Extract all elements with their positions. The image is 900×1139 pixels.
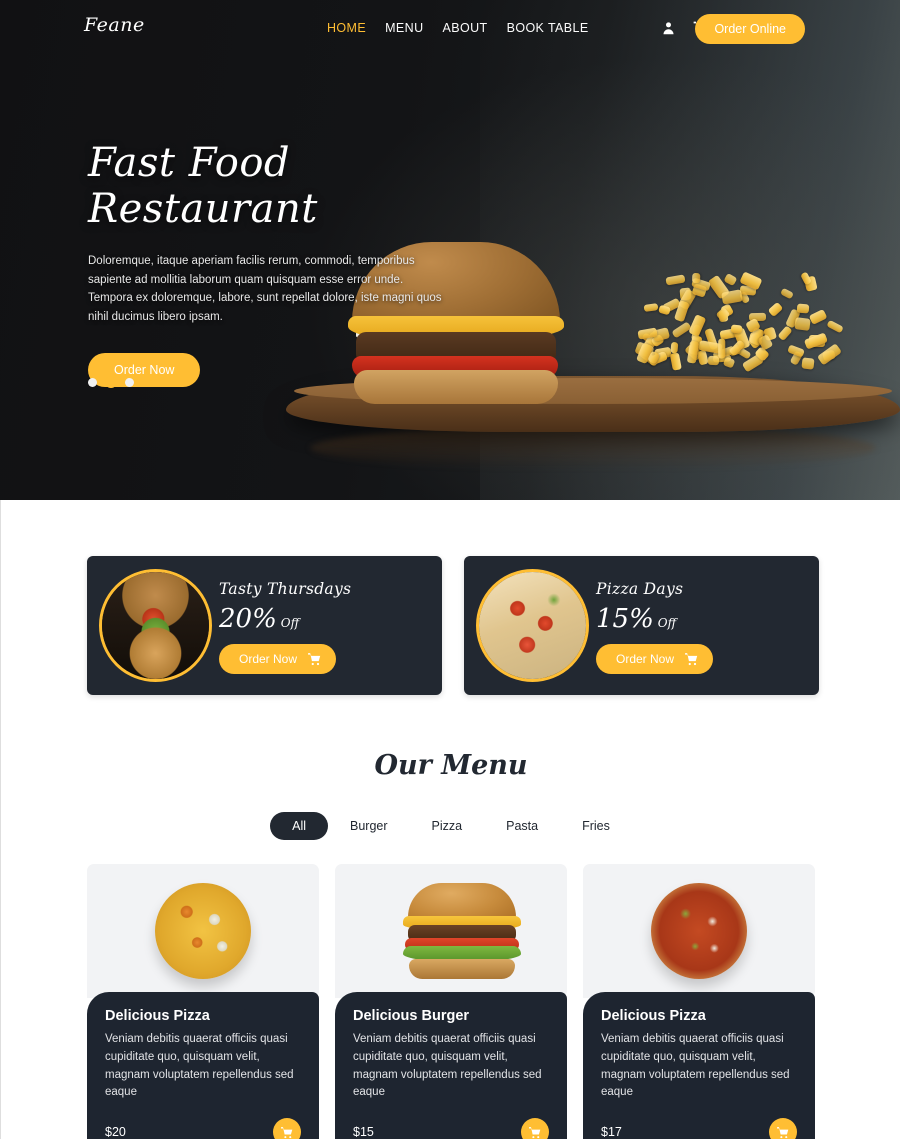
- offer-body: Tasty Thursdays 20% Off Order Now: [219, 580, 351, 674]
- fry: [657, 304, 671, 316]
- offer-title: Pizza Days: [596, 580, 684, 598]
- filter-tab-all[interactable]: All: [270, 812, 329, 840]
- product-grid: Delicious Pizza Veniam debitis quaerat o…: [87, 864, 815, 1139]
- product-description: Veniam debitis quaerat officiis quasi cu…: [105, 1033, 294, 1099]
- fry: [825, 320, 844, 334]
- product-card[interactable]: Delicious Pizza Veniam debitis quaerat o…: [583, 864, 815, 1139]
- filter-tab-pasta[interactable]: Pasta: [484, 812, 560, 840]
- cart-icon: [777, 1126, 789, 1138]
- carousel-dot-3[interactable]: [125, 377, 134, 387]
- fry: [808, 308, 828, 325]
- nav-link-about[interactable]: ABOUT: [443, 21, 507, 35]
- offer-body: Pizza Days 15% Off Order Now: [596, 580, 714, 674]
- add-to-cart-button[interactable]: [521, 1118, 549, 1139]
- offer-percent: 20%: [219, 604, 277, 634]
- offer-title: Tasty Thursdays: [219, 580, 352, 598]
- cart-icon: [529, 1126, 541, 1138]
- fry: [801, 356, 815, 369]
- menu-heading: Our Menu: [374, 750, 528, 781]
- product-price: $20: [105, 1125, 126, 1139]
- nav-link-book-table[interactable]: BOOK TABLE: [507, 21, 608, 35]
- fry: [688, 314, 707, 338]
- offer-discount: 20% Off: [219, 604, 351, 634]
- fry: [722, 356, 736, 369]
- product-body: Delicious Pizza Veniam debitis quaerat o…: [583, 992, 815, 1139]
- offer-off-label: Off: [657, 616, 677, 630]
- cart-icon: [308, 653, 321, 666]
- product-name: Delicious Pizza: [105, 1008, 210, 1024]
- hero-content: Fast Food Restaurant Doloremque, itaque …: [88, 140, 508, 387]
- nav-links: HOME MENU ABOUT BOOK TABLE: [327, 21, 608, 35]
- carousel-dot-2[interactable]: [105, 376, 117, 388]
- nav-link-menu[interactable]: MENU: [385, 21, 442, 35]
- site-logo[interactable]: Feane: [84, 14, 145, 36]
- fry: [691, 272, 701, 284]
- order-online-button[interactable]: Order Online: [695, 14, 805, 44]
- product-image-pizza-yellow: [87, 864, 319, 998]
- product-price: $17: [601, 1125, 622, 1139]
- hero-section: Feane HOME MENU ABOUT BOOK TABLE Order O…: [0, 0, 900, 500]
- product-image-burger: [335, 864, 567, 998]
- offer-off-label: Off: [280, 616, 300, 630]
- offer-image-burger: [99, 569, 212, 682]
- fry: [730, 324, 743, 335]
- offer-card-pizza-days[interactable]: Pizza Days 15% Off Order Now: [464, 556, 819, 695]
- fry: [717, 339, 726, 359]
- product-name: Delicious Burger: [353, 1008, 470, 1024]
- offer-discount: 15% Off: [596, 604, 713, 634]
- add-to-cart-button[interactable]: [273, 1118, 301, 1139]
- hero-description: Doloremque, itaque aperiam facilis rerum…: [88, 255, 442, 323]
- restaurant-landing-page: Feane HOME MENU ABOUT BOOK TABLE Order O…: [0, 0, 900, 1139]
- fry: [723, 273, 738, 287]
- cart-icon: [281, 1126, 293, 1138]
- offer-card-tasty-thursdays[interactable]: Tasty Thursdays 20% Off Order Now: [87, 556, 442, 695]
- fry: [707, 355, 720, 366]
- nav-link-home[interactable]: HOME: [327, 21, 385, 35]
- fry: [796, 303, 810, 314]
- filter-tab-fries[interactable]: Fries: [560, 812, 632, 840]
- content-section: Tasty Thursdays 20% Off Order Now Pizza …: [0, 500, 900, 1139]
- product-price: $15: [353, 1125, 374, 1139]
- main-navbar: Feane HOME MENU ABOUT BOOK TABLE Order O…: [0, 0, 900, 56]
- offer-order-now-button[interactable]: Order Now: [596, 644, 714, 674]
- offer-percent: 15%: [596, 604, 654, 634]
- hero-fries: [592, 266, 888, 396]
- product-description: Veniam debitis quaerat officiis quasi cu…: [601, 1033, 790, 1099]
- filter-tab-burger[interactable]: Burger: [328, 812, 410, 840]
- cart-icon: [685, 653, 698, 666]
- fry: [767, 301, 784, 317]
- hero-title: Fast Food Restaurant: [88, 140, 318, 232]
- fry: [780, 287, 794, 300]
- fry: [669, 352, 683, 372]
- product-description: Veniam debitis quaerat officiis quasi cu…: [353, 1033, 542, 1099]
- filter-tab-pizza[interactable]: Pizza: [410, 812, 485, 840]
- product-footer: $15: [353, 1118, 549, 1139]
- product-body: Delicious Pizza Veniam debitis quaerat o…: [87, 992, 319, 1139]
- menu-filter-tabs: All Burger Pizza Pasta Fries: [1, 812, 900, 840]
- product-card[interactable]: Delicious Burger Veniam debitis quaerat …: [335, 864, 567, 1139]
- offer-button-label: Order Now: [616, 652, 675, 666]
- user-icon[interactable]: [661, 20, 676, 36]
- fry: [670, 341, 679, 354]
- offer-button-label: Order Now: [239, 652, 298, 666]
- carousel-dots: [88, 376, 134, 388]
- offer-cards: Tasty Thursdays 20% Off Order Now Pizza …: [87, 556, 819, 695]
- offer-order-now-button[interactable]: Order Now: [219, 644, 337, 674]
- product-footer: $17: [601, 1118, 797, 1139]
- product-card[interactable]: Delicious Pizza Veniam debitis quaerat o…: [87, 864, 319, 1139]
- product-name: Delicious Pizza: [601, 1008, 706, 1024]
- product-footer: $20: [105, 1118, 301, 1139]
- board-reflection: [310, 426, 876, 470]
- carousel-dot-1[interactable]: [88, 377, 97, 387]
- product-body: Delicious Burger Veniam debitis quaerat …: [335, 992, 567, 1139]
- fry: [794, 316, 811, 331]
- fry: [804, 332, 829, 350]
- product-image-pizza-red: [583, 864, 815, 998]
- offer-image-pizza: [476, 569, 589, 682]
- add-to-cart-button[interactable]: [769, 1118, 797, 1139]
- fry: [643, 303, 659, 313]
- fry: [665, 274, 686, 286]
